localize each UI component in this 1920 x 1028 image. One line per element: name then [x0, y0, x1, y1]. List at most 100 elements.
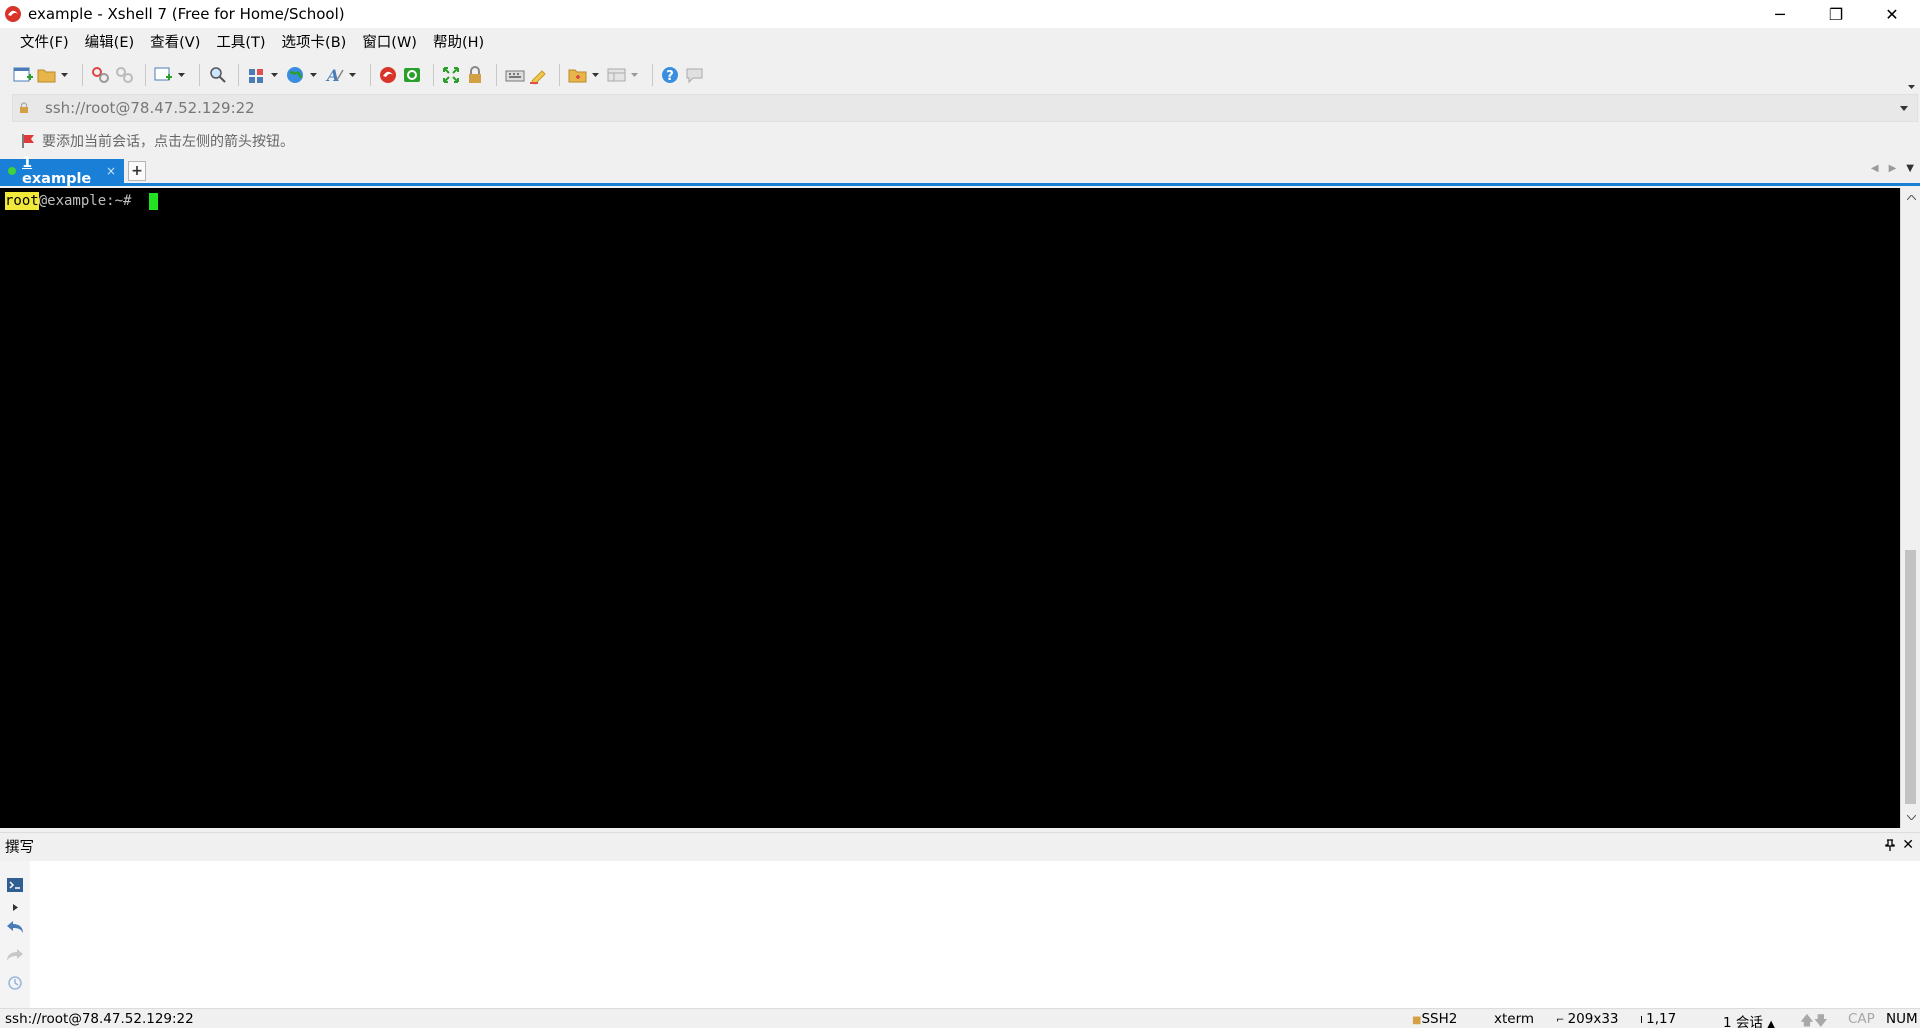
scroll-up-icon[interactable] [1901, 188, 1920, 206]
highlight-button[interactable] [528, 62, 550, 88]
help-icon: ? [662, 67, 678, 84]
title-bar: example - Xshell 7 (Free for Home/School… [0, 0, 1920, 28]
protocol-label: SSH2 [1421, 1011, 1458, 1027]
toolbar-separator [370, 64, 371, 86]
arrow-up-icon[interactable]: 🡅 [1800, 1013, 1814, 1028]
pin-icon[interactable] [1885, 839, 1895, 854]
xshell-button[interactable] [378, 62, 400, 88]
find-button[interactable] [207, 62, 229, 88]
toolbar-separator [652, 64, 653, 86]
toolbar-separator [496, 64, 497, 86]
folder-transfer-icon [568, 69, 587, 83]
new-window-button[interactable] [153, 62, 175, 88]
toolbar-separator [82, 64, 83, 86]
fullscreen-button[interactable] [441, 62, 463, 88]
menu-tabs[interactable]: 选项卡(B) [274, 28, 355, 58]
menu-window[interactable]: 窗口(W) [354, 28, 425, 58]
tab-prev-icon[interactable]: ◀ [1871, 163, 1879, 174]
new-session-icon [13, 67, 33, 82]
tab-title: example [22, 171, 92, 187]
reconnect-icon [92, 67, 109, 83]
keyboard-icon [505, 70, 525, 82]
tab-next-icon[interactable]: ▶ [1889, 163, 1897, 174]
toolbar-separator [238, 64, 239, 86]
tab-list-icon[interactable]: ▼ [1906, 163, 1914, 174]
chevron-down-icon[interactable] [177, 62, 186, 88]
prompt-user: root [5, 192, 39, 210]
scroll-down-icon[interactable] [1901, 808, 1920, 826]
globe-button[interactable] [285, 62, 307, 88]
properties-button[interactable] [246, 62, 268, 88]
redo-icon[interactable] [5, 945, 25, 965]
arrow-down-icon[interactable]: 🡇 [1814, 1013, 1828, 1028]
compose-title: 撰写 [5, 840, 34, 856]
menu-help[interactable]: 帮助(H) [425, 28, 492, 58]
chevron-down-icon[interactable] [1891, 105, 1917, 111]
send-back-icon[interactable] [5, 917, 25, 937]
comment-button[interactable] [684, 62, 706, 88]
chevron-down-icon[interactable] [60, 62, 69, 88]
fullscreen-icon [443, 67, 459, 83]
address-bar [12, 94, 1918, 122]
history-icon[interactable] [5, 973, 25, 993]
restore-button[interactable]: ❐ [1808, 0, 1864, 28]
add-session-arrow-icon[interactable] [20, 133, 38, 149]
terminal-area[interactable]: root @example:~# [0, 188, 1900, 828]
transfer-button[interactable] [567, 62, 589, 88]
scrollbar-thumb[interactable] [1905, 550, 1916, 804]
toolbar: A ? [0, 58, 1920, 92]
open-session-button[interactable] [36, 62, 58, 88]
address-input[interactable] [45, 99, 1891, 117]
tab-navigation: ◀ ▶ ▼ [1871, 163, 1914, 174]
menu-tools[interactable]: 工具(T) [208, 28, 273, 58]
chevron-down-icon[interactable] [630, 62, 639, 88]
menu-file[interactable]: 文件(F) [12, 28, 77, 58]
font-button[interactable]: A [324, 62, 346, 88]
status-sessions[interactable]: 1 会话 ▲ [1723, 1011, 1775, 1028]
chevron-right-icon[interactable] [5, 897, 25, 917]
window-title: example - Xshell 7 (Free for Home/School… [28, 5, 345, 23]
chevron-down-icon[interactable] [270, 62, 279, 88]
close-icon[interactable]: × [106, 164, 116, 178]
window-add-icon [154, 67, 172, 81]
chevron-down-icon[interactable] [591, 62, 600, 88]
toolbar-separator [145, 64, 146, 86]
status-terminal-type: xterm [1494, 1011, 1535, 1027]
lock-button[interactable] [465, 62, 487, 88]
tab-example[interactable]: 1 example × [0, 155, 124, 187]
compose-pane-header: 撰写 ✕ [0, 832, 1920, 860]
close-button[interactable]: ✕ [1864, 0, 1920, 28]
connected-status-icon [8, 167, 16, 175]
toolbar-separator [559, 64, 560, 86]
disconnect-icon [116, 67, 133, 83]
layout-button[interactable] [606, 62, 628, 88]
menu-view[interactable]: 查看(V) [142, 28, 208, 58]
size-label: 209x33 [1567, 1011, 1619, 1027]
new-session-button[interactable] [12, 62, 34, 88]
compose-input-area[interactable] [0, 861, 1920, 1010]
highlighter-icon [530, 70, 546, 85]
close-icon[interactable]: ✕ [1902, 837, 1914, 853]
chevron-down-icon[interactable] [309, 62, 318, 88]
minimize-button[interactable]: ─ [1752, 0, 1808, 28]
add-tab-button[interactable]: + [128, 161, 146, 181]
tab-bar: 1 example × + ◀ ▶ ▼ [0, 155, 1920, 187]
terminal-prompt-icon[interactable] [5, 875, 25, 895]
terminal-cursor [148, 193, 158, 210]
toolbar-separator [199, 64, 200, 86]
terminal-scrollbar[interactable] [1900, 188, 1920, 828]
xftp-button[interactable] [402, 62, 424, 88]
xshell-logo-icon[interactable] [3, 4, 23, 24]
menu-bar: 文件(F) 编辑(E) 查看(V) 工具(T) 选项卡(B) 窗口(W) 帮助(… [0, 28, 1920, 58]
menu-edit[interactable]: 编辑(E) [77, 28, 142, 58]
cursor-pos-label: 1,17 [1646, 1011, 1677, 1027]
lock-icon [469, 66, 481, 83]
disconnect-button[interactable] [114, 62, 136, 88]
font-icon: A [325, 66, 344, 85]
toolbar-overflow-icon[interactable] [1908, 77, 1915, 93]
reconnect-button[interactable] [90, 62, 112, 88]
help-button[interactable]: ? [660, 62, 682, 88]
keyboard-button[interactable] [504, 62, 526, 88]
terminal-prompt-line: root @example:~# [5, 192, 158, 210]
chevron-down-icon[interactable] [348, 62, 357, 88]
